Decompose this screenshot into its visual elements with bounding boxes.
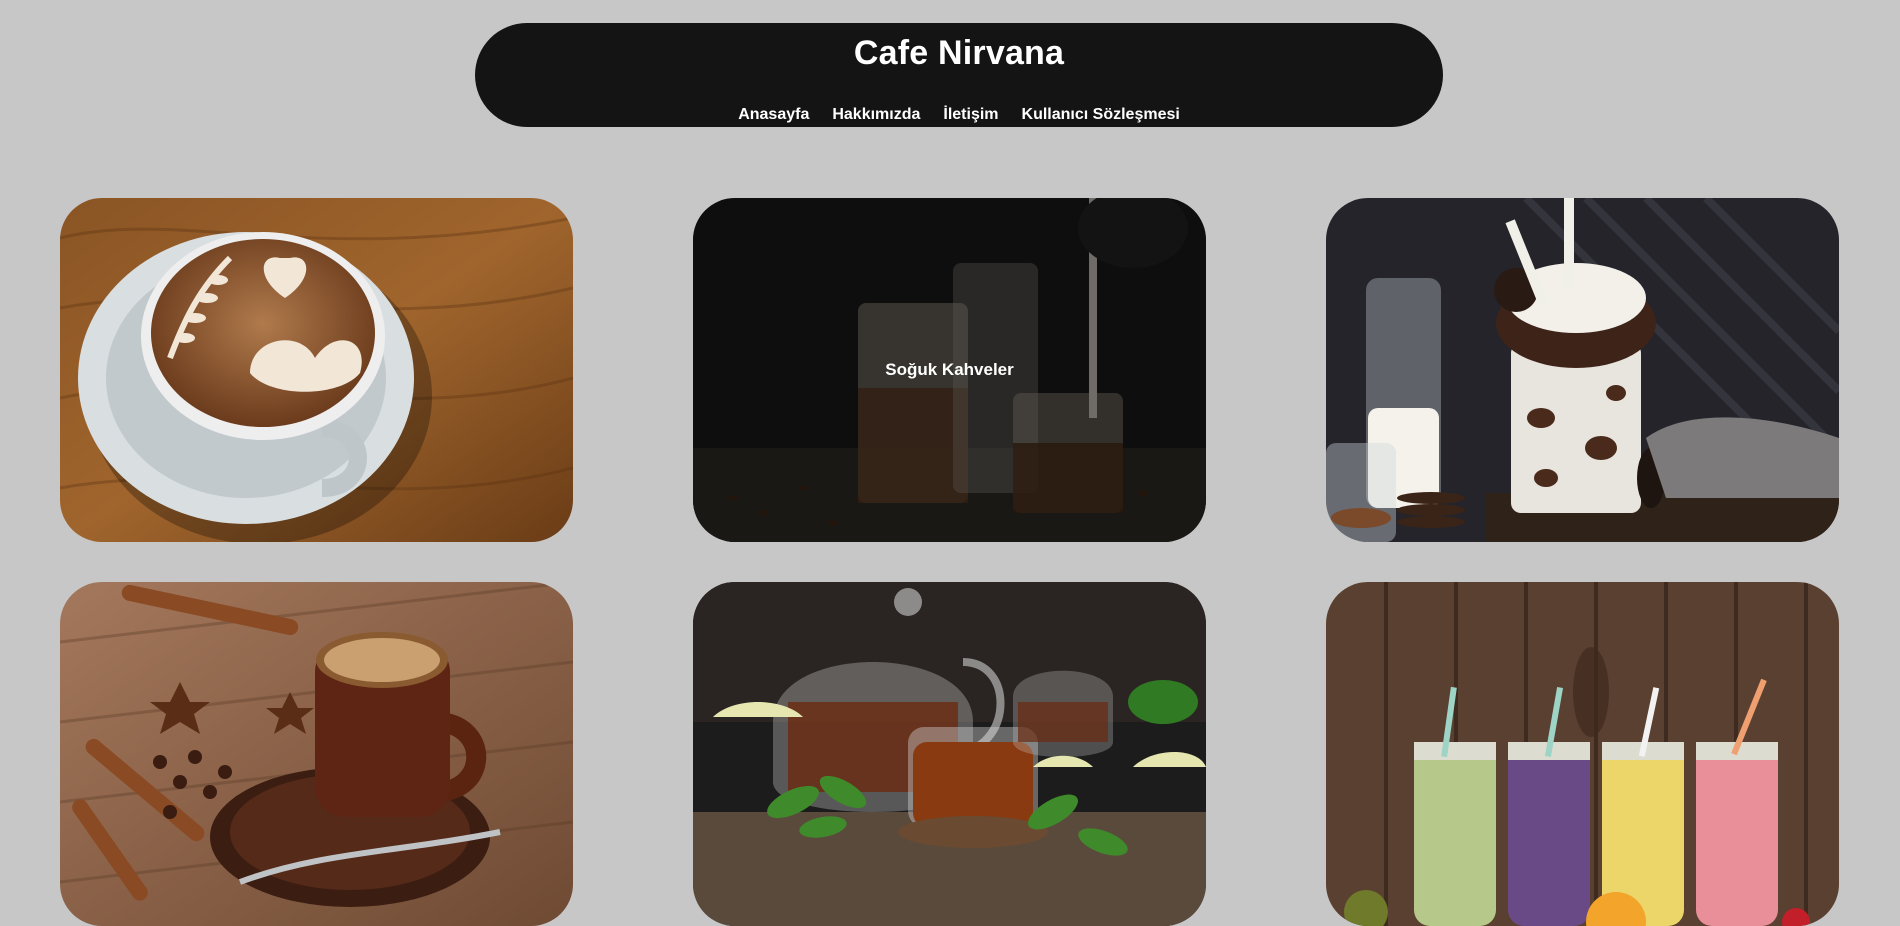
menu-card-milkshake[interactable]: [1326, 198, 1839, 542]
latte-art-cup-image: [60, 198, 573, 542]
smoothie-jars-image: [1326, 582, 1839, 926]
nav-link-anasayfa[interactable]: Anasayfa: [738, 105, 809, 125]
card-overlay-label: Soğuk Kahveler: [885, 360, 1014, 379]
cookies-milkshake-image: [1326, 198, 1839, 542]
site-title: Cafe Nirvana: [853, 34, 1065, 72]
main-nav: Anasayfa Hakkımızda İletişim Kullanıcı S…: [475, 105, 1443, 125]
nav-link-hakkimizda[interactable]: Hakkımızda: [832, 105, 920, 125]
menu-card-smoothies[interactable]: [1326, 582, 1839, 926]
menu-card-tea[interactable]: [693, 582, 1206, 926]
menu-card-latte[interactable]: [60, 198, 573, 542]
card-overlay: Soğuk Kahveler: [693, 198, 1206, 542]
menu-card-iced-coffee[interactable]: Soğuk Kahveler: [693, 198, 1206, 542]
nav-link-iletisim[interactable]: İletişim: [943, 105, 998, 125]
menu-card-espresso[interactable]: [60, 582, 573, 926]
nav-link-kullanici-sozlesmesi[interactable]: Kullanıcı Sözleşmesi: [1022, 105, 1180, 125]
espresso-cup-image: [60, 582, 573, 926]
tea-pot-image: [693, 582, 1206, 926]
site-header: Cafe Nirvana Anasayfa Hakkımızda İletişi…: [475, 23, 1443, 127]
